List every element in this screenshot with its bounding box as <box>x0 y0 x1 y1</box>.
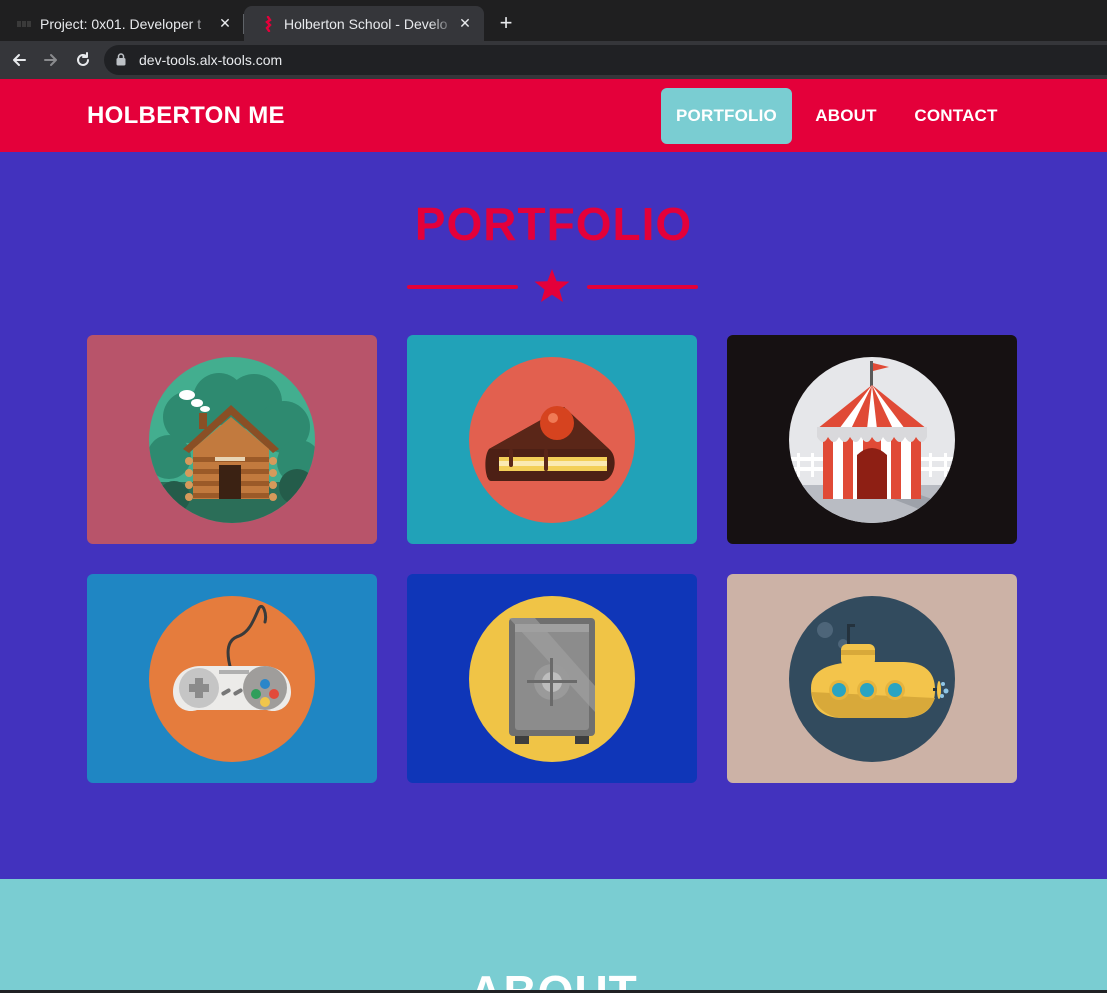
circus-disc <box>789 357 955 523</box>
reload-button[interactable] <box>70 47 96 73</box>
page-viewport: HOLBERTON ME PORTFOLIO ABOUT CONTACT POR… <box>0 79 1107 990</box>
cake-icon <box>485 406 615 481</box>
portfolio-item-game-controller[interactable] <box>87 574 377 783</box>
tab-title: Project: 0x01. Developer t <box>40 15 202 32</box>
tab-title: Holberton School - Develo <box>284 15 448 32</box>
nav-link-contact[interactable]: CONTACT <box>906 88 1006 144</box>
circus-tent-icon <box>789 361 955 523</box>
portfolio-item-cake[interactable] <box>407 335 697 544</box>
cake-disc <box>469 357 635 523</box>
safe-icon <box>509 618 595 744</box>
portfolio-heading: PORTFOLIO <box>414 198 693 250</box>
site-navbar: HOLBERTON ME PORTFOLIO ABOUT CONTACT <box>0 79 1107 152</box>
tab-strip: Project: 0x01. Developer t ✕ Holberton S… <box>0 0 1107 41</box>
close-tab-icon[interactable]: ✕ <box>456 15 474 32</box>
submarine-disc <box>789 596 955 762</box>
portfolio-item-safe[interactable] <box>407 574 697 783</box>
nav-link-portfolio[interactable]: PORTFOLIO <box>661 88 792 144</box>
tab-holberton-school[interactable]: Holberton School - Develo ✕ <box>244 6 484 41</box>
cabin-disc <box>149 357 315 523</box>
site-brand[interactable]: HOLBERTON ME <box>87 102 285 130</box>
nav-link-about[interactable]: ABOUT <box>806 88 886 144</box>
tab-project-devtools[interactable]: Project: 0x01. Developer t ✕ <box>0 6 244 41</box>
portfolio-item-submarine[interactable] <box>727 574 1017 783</box>
submarine-icon <box>811 622 949 718</box>
divider-line-left <box>407 285 518 289</box>
browser-toolbar: dev-tools.alx-tools.com <box>0 41 1107 79</box>
cabin-icon <box>149 373 315 523</box>
game-controller-icon <box>173 605 291 712</box>
lock-icon <box>116 53 126 66</box>
holberton-favicon-icon <box>260 15 276 32</box>
reload-icon <box>77 52 89 66</box>
about-heading: ABOUT <box>0 965 1107 990</box>
arrow-left-icon <box>13 54 26 66</box>
game-controller-disc <box>149 596 315 762</box>
back-button[interactable] <box>6 47 32 73</box>
safe-disc <box>469 596 635 762</box>
portfolio-item-circus[interactable] <box>727 335 1017 544</box>
portfolio-item-cabin[interactable] <box>87 335 377 544</box>
project-favicon-icon <box>16 16 32 32</box>
close-tab-icon[interactable]: ✕ <box>216 15 234 32</box>
arrow-right-icon <box>44 54 57 66</box>
new-tab-button[interactable]: + <box>492 10 520 38</box>
divider-line-right <box>587 285 698 289</box>
about-section: ABOUT <box>0 879 1107 990</box>
forward-button[interactable] <box>38 47 64 73</box>
star-icon <box>534 269 570 302</box>
address-bar[interactable]: dev-tools.alx-tools.com <box>104 45 1107 75</box>
url-text: dev-tools.alx-tools.com <box>139 52 283 68</box>
